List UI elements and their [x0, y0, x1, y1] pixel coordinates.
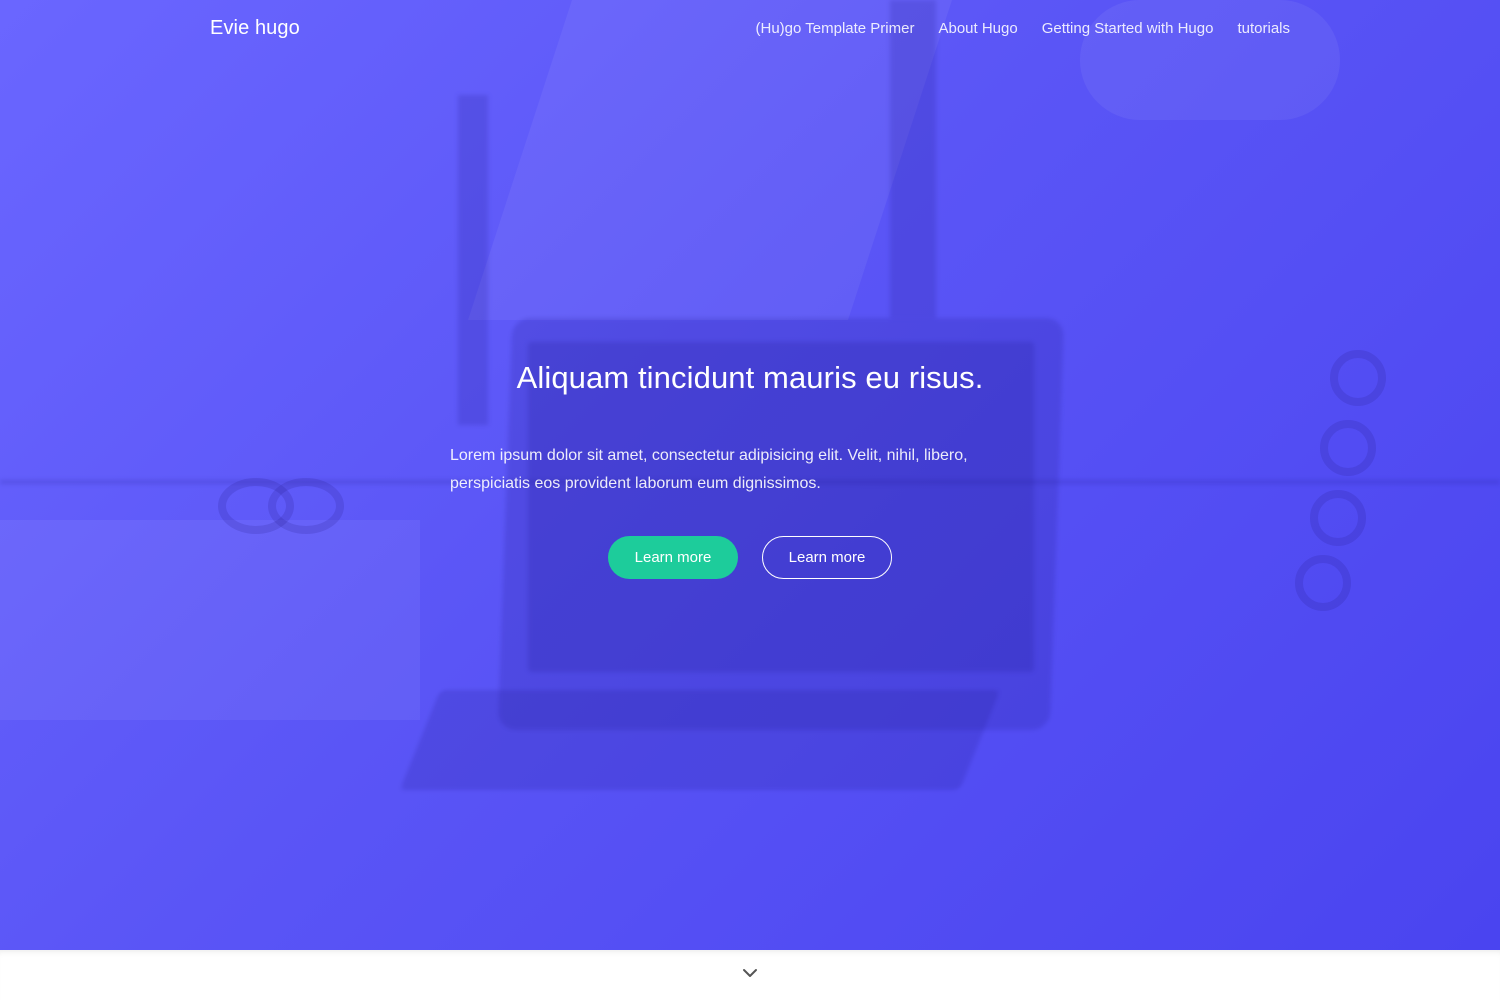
learn-more-outline-button[interactable]: Learn more: [762, 536, 892, 579]
learn-more-primary-button[interactable]: Learn more: [608, 536, 738, 579]
site-brand[interactable]: Evie hugo: [210, 17, 300, 40]
hero-content: Aliquam tincidunt mauris eu risus. Lorem…: [0, 360, 1500, 579]
nav-links: (Hu)go Template Primer About Hugo Gettin…: [756, 20, 1290, 37]
hero-description: Lorem ipsum dolor sit amet, consectetur …: [450, 447, 968, 492]
nav-link-getting-started[interactable]: Getting Started with Hugo: [1042, 20, 1214, 37]
nav-link-tutorials[interactable]: tutorials: [1237, 20, 1290, 37]
navbar: Evie hugo (Hu)go Template Primer About H…: [0, 0, 1500, 60]
below-fold-section: [0, 950, 1500, 1000]
nav-link-about-hugo[interactable]: About Hugo: [938, 20, 1017, 37]
hero-buttons: Learn more Learn more: [0, 536, 1500, 579]
hero-title: Aliquam tincidunt mauris eu risus.: [516, 360, 984, 395]
chevron-down-icon[interactable]: [741, 966, 759, 980]
nav-link-template-primer[interactable]: (Hu)go Template Primer: [756, 20, 915, 37]
hero-section: Evie hugo (Hu)go Template Primer About H…: [0, 0, 1500, 950]
